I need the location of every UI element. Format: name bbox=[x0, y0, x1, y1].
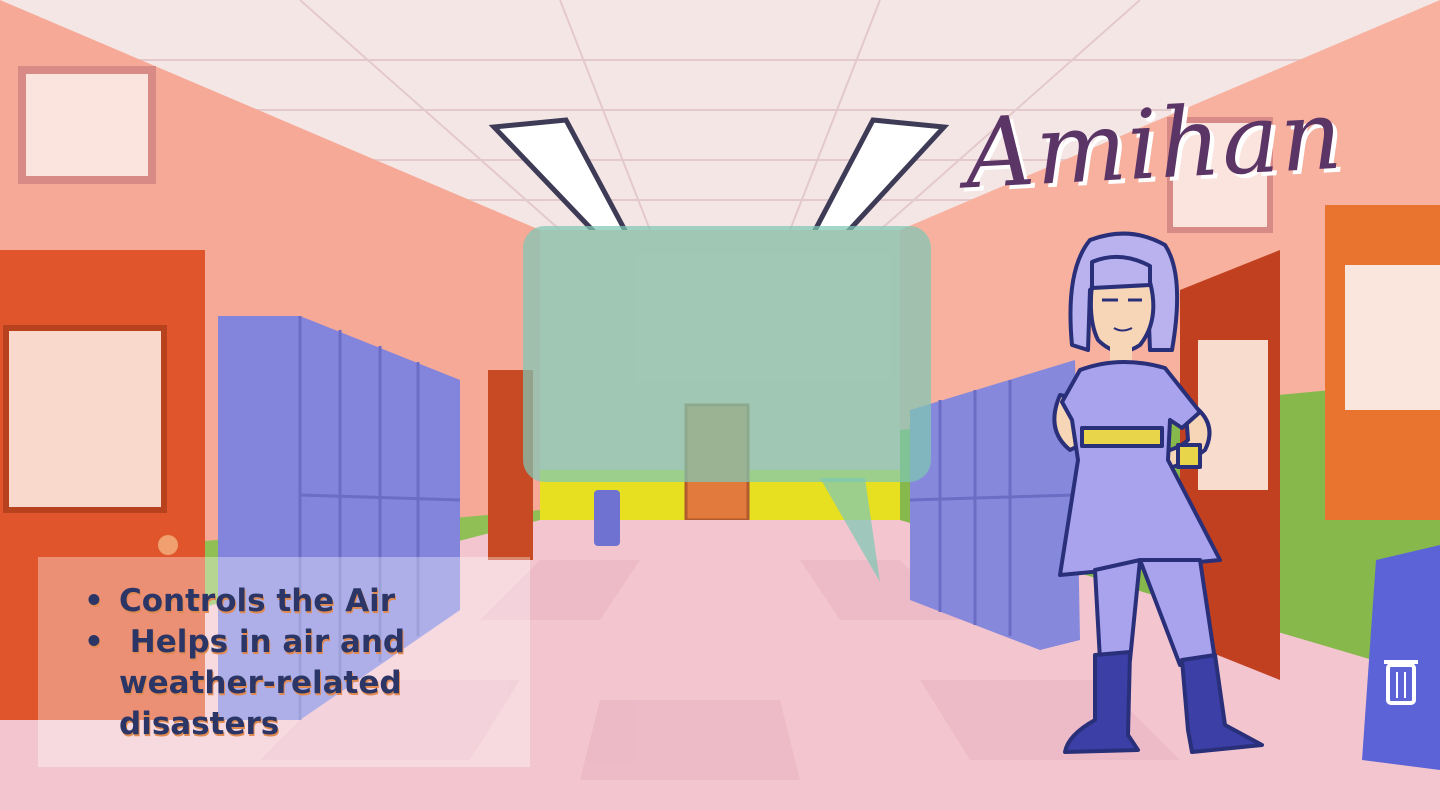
speech-bubble bbox=[523, 226, 931, 482]
door-knob bbox=[158, 535, 178, 555]
ability-item: • Helps in air and weather-related disas… bbox=[84, 622, 524, 745]
back-bin bbox=[594, 490, 620, 546]
bulletin-paper bbox=[1345, 265, 1440, 410]
ability-text: Helps in air and weather-related disaste… bbox=[119, 624, 416, 742]
ability-list: • Controls the Air • Helps in air and wea… bbox=[84, 581, 524, 745]
left-high-window bbox=[18, 66, 156, 184]
left-door-window bbox=[3, 325, 167, 513]
ability-text: Controls the Air bbox=[119, 583, 396, 619]
bullet-dot: • bbox=[84, 583, 104, 619]
ability-item: • Controls the Air bbox=[84, 581, 524, 622]
right-lockers bbox=[910, 360, 1080, 650]
right-door-window bbox=[1198, 340, 1268, 490]
character-info-panel: • Controls the Air • Helps in air and wea… bbox=[38, 557, 530, 767]
character-name-title: Amihan bbox=[962, 78, 1346, 211]
bullet-dot: • bbox=[84, 624, 104, 660]
